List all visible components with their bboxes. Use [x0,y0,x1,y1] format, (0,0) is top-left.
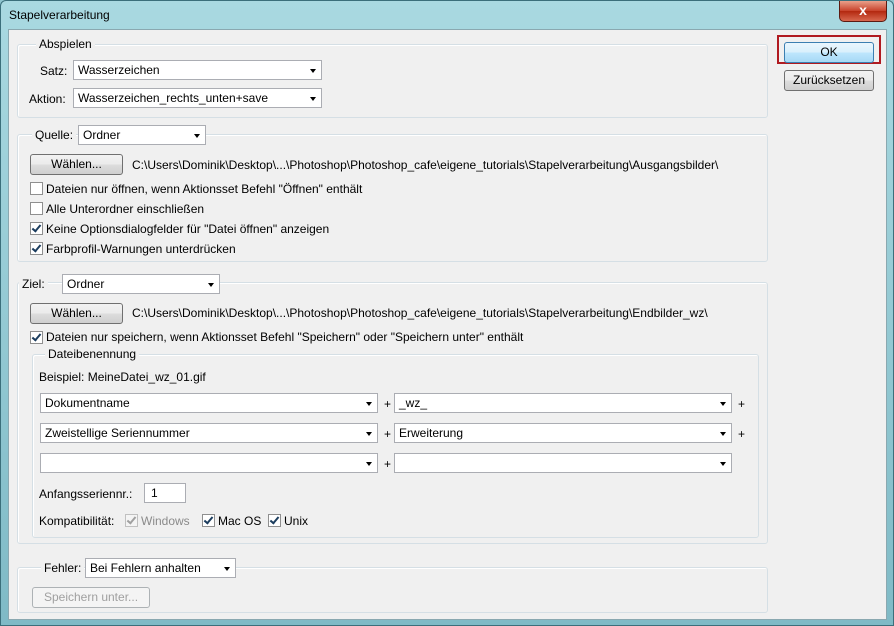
plus-sign: + [738,427,746,441]
abspielen-legend: Abspielen [36,36,95,52]
macos-label[interactable]: Mac OS [218,514,261,528]
reset-button[interactable]: Zurücksetzen [784,70,874,91]
fehler-label: Fehler: [41,560,85,576]
naming-field-1[interactable]: Dokumentname [40,393,378,413]
quelle-value: Ordner [83,128,121,142]
macos-checkbox[interactable] [202,514,215,527]
open-only-label[interactable]: Dateien nur öffnen, wenn Aktionsset Befe… [46,182,362,196]
plus-sign: + [384,457,392,471]
naming-field-4[interactable]: Erweiterung [394,423,732,443]
chevron-down-icon [720,462,726,466]
chevron-down-icon [720,432,726,436]
ok-button[interactable]: OK [784,42,874,63]
unix-checkbox[interactable] [268,514,281,527]
naming-field-2-value: _wz_ [399,396,428,410]
save-only-label[interactable]: Dateien nur speichern, wenn Aktionsset B… [46,330,523,344]
open-only-checkbox[interactable] [30,182,43,195]
plus-sign: + [384,397,392,411]
naming-field-3-value: Zweistellige Seriennummer [45,426,190,440]
compat-label: Kompatibilität: [39,514,115,528]
satz-value: Wasserzeichen [78,63,160,77]
save-log-button[interactable]: Speichern unter... [32,587,150,608]
ziel-label: Ziel: [19,276,48,292]
chevron-down-icon [366,432,372,436]
ziel-choose-button[interactable]: Wählen... [30,303,123,324]
ziel-select[interactable]: Ordner [62,274,220,294]
naming-field-3[interactable]: Zweistellige Seriennummer [40,423,378,443]
fehler-value: Bei Fehlern anhalten [90,561,201,575]
dialog-content: Abspielen Satz: Wasserzeichen Aktion: Wa… [8,29,887,620]
start-serial-value: 1 [151,486,158,500]
quelle-label: Quelle: [32,127,77,143]
chevron-down-icon [720,402,726,406]
suppress-profile-warnings-label[interactable]: Farbprofil-Warnungen unterdrücken [46,242,236,256]
windows-checkbox[interactable] [125,514,138,527]
no-open-dialogs-checkbox[interactable] [30,222,43,235]
plus-sign: + [738,397,746,411]
satz-label: Satz: [40,64,68,78]
dateibenennung-legend: Dateibenennung [45,346,140,362]
ziel-value: Ordner [67,277,105,291]
close-button[interactable]: x [839,1,887,22]
unix-label[interactable]: Unix [284,514,308,528]
naming-field-4-value: Erweiterung [399,426,464,440]
aktion-select[interactable]: Wasserzeichen_rechts_unten+save [73,88,322,108]
quelle-path: C:\Users\Dominik\Desktop\...\Photoshop\P… [132,158,719,172]
plus-sign: + [384,427,392,441]
aktion-value: Wasserzeichen_rechts_unten+save [78,91,268,105]
quelle-choose-button[interactable]: Wählen... [30,154,123,175]
chevron-down-icon [366,402,372,406]
naming-field-2[interactable]: _wz_ [394,393,732,413]
quelle-select[interactable]: Ordner [78,125,206,145]
chevron-down-icon [208,283,214,287]
chevron-down-icon [194,134,200,138]
naming-example: Beispiel: MeineDatei_wz_01.gif [39,370,206,384]
chevron-down-icon [310,97,316,101]
naming-field-6[interactable] [394,453,732,473]
start-serial-input[interactable]: 1 [144,483,186,503]
fehler-select[interactable]: Bei Fehlern anhalten [85,558,236,578]
subfolders-label[interactable]: Alle Unterordner einschließen [46,202,204,216]
start-serial-label: Anfangsseriennr.: [39,487,133,501]
naming-field-1-value: Dokumentname [45,396,130,410]
title-bar[interactable]: Stapelverarbeitung [1,1,893,29]
no-open-dialogs-label[interactable]: Keine Optionsdialogfelder für "Datei öff… [46,222,329,236]
satz-select[interactable]: Wasserzeichen [73,60,322,80]
window-title: Stapelverarbeitung [9,8,110,22]
ziel-path: C:\Users\Dominik\Desktop\...\Photoshop\P… [132,306,708,320]
batch-dialog: Stapelverarbeitung x Abspielen Satz: Was… [0,0,894,626]
chevron-down-icon [366,462,372,466]
windows-label: Windows [141,514,190,528]
naming-field-5[interactable] [40,453,378,473]
subfolders-checkbox[interactable] [30,202,43,215]
chevron-down-icon [224,567,230,571]
close-icon: x [859,2,867,18]
save-only-checkbox[interactable] [30,331,43,344]
chevron-down-icon [310,69,316,73]
suppress-profile-warnings-checkbox[interactable] [30,242,43,255]
aktion-label: Aktion: [29,92,66,106]
